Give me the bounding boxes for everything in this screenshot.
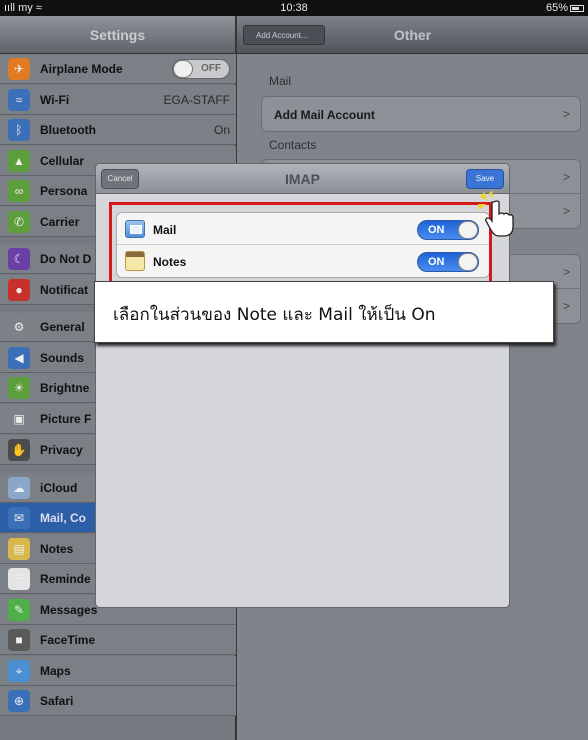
settings-item-wi-fi[interactable]: ≈ Wi-Fi EGA-STAFF — [0, 85, 236, 115]
settings-item-label: General — [40, 320, 85, 334]
settings-item-label: Mail, Co — [40, 511, 87, 525]
settings-item-label: Notificat — [40, 283, 88, 297]
add-mail-account-label: Add Mail Account — [274, 108, 375, 122]
settings-item-label: Airplane Mode — [40, 62, 123, 76]
settings-title: Settings — [0, 16, 235, 54]
chevron-right-icon: > — [562, 265, 570, 279]
settings-item-bluetooth[interactable]: ᛒ Bluetooth On — [0, 115, 236, 145]
add-mail-account-row[interactable]: Add Mail Account > — [262, 97, 580, 131]
messages-icon: ✎ — [8, 599, 30, 621]
phone-icon: ✆ — [8, 211, 30, 233]
modal-navbar: Cancel IMAP Save — [96, 164, 509, 194]
chevron-right-icon: > — [562, 204, 570, 218]
modal-title: IMAP — [285, 171, 320, 187]
save-button[interactable]: Save — [466, 169, 504, 189]
battery-indicator: 65% — [546, 2, 584, 14]
settings-item-label: Do Not D — [40, 252, 92, 266]
detail-title: Other — [393, 27, 432, 43]
status-time: 10:38 — [280, 2, 308, 14]
chevron-right-icon: > — [562, 107, 570, 121]
brightness-icon: ☀ — [8, 377, 30, 399]
settings-item-value: On — [213, 123, 230, 137]
airplane-mode-toggle[interactable]: OFF — [172, 59, 230, 79]
settings-item-label: FaceTime — [40, 633, 96, 647]
settings-item-label: Cellular — [40, 154, 85, 168]
maps-icon: ⌖ — [8, 660, 30, 682]
moon-icon: ☾ — [8, 248, 30, 270]
highlight-box — [109, 202, 492, 287]
wifi-icon: ≈ — [8, 89, 30, 111]
settings-item-label: Maps — [40, 664, 71, 678]
settings-item-safari[interactable]: ⊕ Safari — [0, 686, 236, 716]
notes-icon: ▤ — [8, 538, 30, 560]
settings-item-label: Privacy — [40, 443, 83, 457]
safari-icon: ⊕ — [8, 690, 30, 712]
contacts-section-header: Contacts — [269, 138, 317, 152]
detail-navbar: Add Account... Other — [237, 16, 588, 54]
settings-item-facetime[interactable]: ■ FaceTime — [0, 625, 236, 655]
settings-item-label: Sounds — [40, 351, 84, 365]
settings-item-label: Bluetooth — [40, 123, 96, 137]
settings-item-maps[interactable]: ⌖ Maps — [0, 656, 236, 686]
instruction-callout: เลือกในส่วนของ Note และ Mail ให้เป็น On — [94, 281, 554, 343]
settings-item-label: Picture F — [40, 412, 92, 426]
hand-icon: ✋ — [8, 439, 30, 461]
settings-item-value: EGA-STAFF — [163, 93, 230, 107]
settings-item-label: Brightne — [40, 381, 90, 395]
airplane-icon: ✈ — [8, 58, 30, 80]
chevron-right-icon: > — [562, 299, 570, 313]
chevron-right-icon: > — [562, 170, 570, 184]
settings-item-label: Carrier — [40, 215, 80, 229]
reminders-icon: ☰ — [8, 568, 30, 590]
mail-section-header: Mail — [269, 74, 292, 88]
pointer-hand-icon — [478, 190, 514, 237]
settings-item-label: Notes — [40, 542, 74, 556]
cloud-icon: ☁ — [8, 477, 30, 499]
bluetooth-icon: ᛒ — [8, 119, 30, 141]
gear-icon: ⚙ — [8, 316, 30, 338]
notifications-icon: ● — [8, 279, 30, 301]
mail-icon: ✉ — [8, 507, 30, 529]
mail-group: Add Mail Account > — [261, 96, 581, 132]
settings-item-label: Messages — [40, 603, 98, 617]
settings-item-label: Persona — [40, 184, 88, 198]
speaker-icon: ◀ — [8, 347, 30, 369]
settings-item-label: Reminde — [40, 572, 91, 586]
status-bar: ııll my ≈ 10:38 65% — [0, 0, 588, 16]
settings-item-label: iCloud — [40, 481, 78, 495]
facetime-icon: ■ — [8, 629, 30, 651]
settings-item-label: Safari — [40, 694, 74, 708]
settings-item-airplane-mode[interactable]: ✈ Airplane Mode OFF — [0, 54, 236, 84]
picture-frame-icon: ▣ — [8, 408, 30, 430]
cellular-icon: ▲ — [8, 150, 30, 172]
battery-icon — [570, 4, 584, 12]
personal-hotspot-icon: ∞ — [8, 180, 30, 202]
settings-item-label: Wi-Fi — [40, 93, 70, 107]
